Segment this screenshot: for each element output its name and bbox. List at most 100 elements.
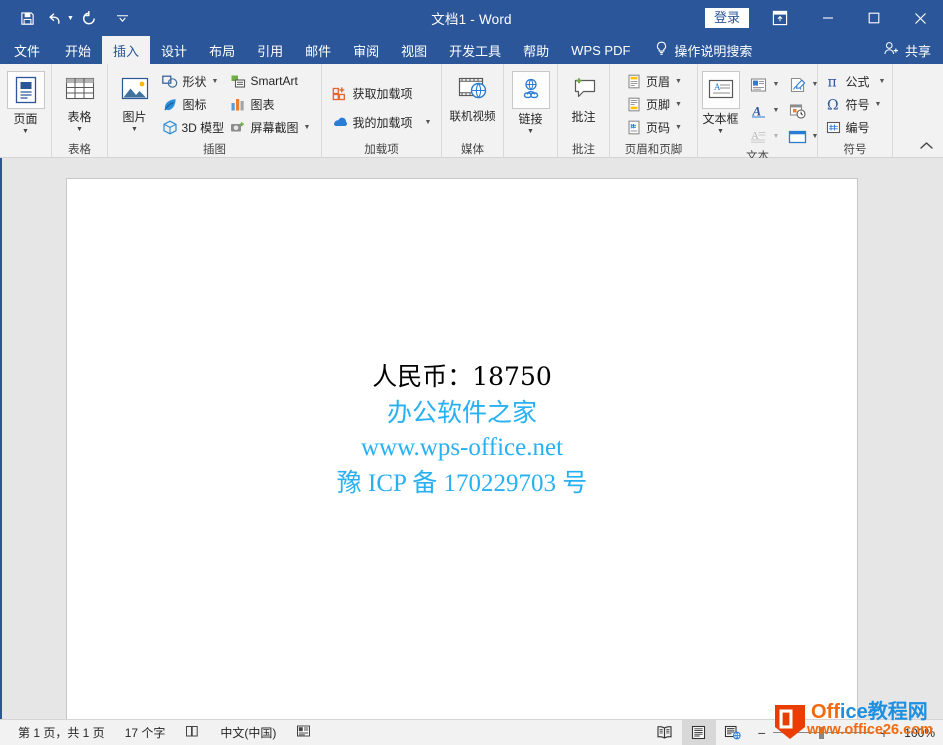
- document-line-1: 人民币：18750: [67, 359, 857, 395]
- maximize-icon[interactable]: [851, 0, 897, 36]
- tab-home[interactable]: 开始: [54, 36, 102, 64]
- quick-parts-icon[interactable]: [747, 73, 771, 97]
- screenshot-dropdown-icon[interactable]: ▼: [304, 124, 311, 131]
- minimize-icon[interactable]: [805, 0, 851, 36]
- chart-button[interactable]: 图表: [227, 93, 319, 115]
- symbol-dropdown-icon[interactable]: ▼: [875, 101, 882, 108]
- svg-text:Ω: Ω: [827, 97, 839, 112]
- proofing-errors-icon[interactable]: [175, 724, 210, 741]
- ribbon-group-comments: 批注 批注: [558, 64, 610, 158]
- pictures-button[interactable]: 图片 ▼: [111, 68, 159, 134]
- document-canvas[interactable]: 人民币：18750 办公软件之家 www.wps-office.net 豫 IC…: [0, 158, 943, 719]
- footer-dropdown-icon[interactable]: ▼: [675, 101, 682, 108]
- zoom-in-button[interactable]: +: [880, 726, 888, 740]
- object-icon[interactable]: [786, 125, 810, 149]
- tab-developer[interactable]: 开发工具: [438, 36, 512, 64]
- equation-label: 公式: [846, 73, 870, 90]
- symbol-button[interactable]: Ω 符号 ▼: [822, 93, 889, 115]
- screenshot-button[interactable]: 屏幕截图 ▼: [227, 116, 319, 138]
- document-line-2: 办公软件之家: [67, 395, 857, 431]
- equation-button[interactable]: π 公式 ▼: [822, 70, 889, 92]
- header-button[interactable]: 页眉 ▼: [622, 70, 685, 92]
- tab-mailings[interactable]: 邮件: [294, 36, 342, 64]
- page-number-button[interactable]: 页码 ▼: [622, 116, 685, 138]
- redo-icon[interactable]: [76, 5, 102, 31]
- ribbon-group-links-label: [504, 142, 557, 158]
- page-number-dropdown-icon[interactable]: ▼: [675, 124, 682, 131]
- get-addins-button[interactable]: 获取加载项: [329, 83, 435, 105]
- ribbon-tab-bar: 文件 开始 插入 设计 布局 引用 邮件 审阅 视图 开发工具 帮助 WPS P…: [0, 36, 943, 64]
- ribbon-display-options-icon[interactable]: [765, 3, 795, 33]
- tell-me-search[interactable]: 操作说明搜索: [641, 36, 762, 64]
- table-button[interactable]: 表格 ▼: [53, 68, 107, 134]
- pages-button[interactable]: 页面 ▼: [0, 68, 53, 136]
- shapes-button[interactable]: 形状 ▼: [159, 70, 227, 92]
- tab-file[interactable]: 文件: [0, 36, 54, 64]
- tab-insert[interactable]: 插入: [102, 36, 150, 64]
- link-label: 链接: [518, 110, 542, 127]
- tab-references[interactable]: 引用: [246, 36, 294, 64]
- print-layout-icon[interactable]: [682, 720, 716, 745]
- text-box-button[interactable]: A 文本框 ▼: [695, 68, 747, 136]
- my-addins-button[interactable]: 我的加载项 ▼: [329, 112, 435, 134]
- close-icon[interactable]: [897, 0, 943, 36]
- quick-parts-dropdown-icon[interactable]: ▼: [771, 81, 782, 88]
- text-box-dropdown-icon[interactable]: ▼: [717, 128, 724, 136]
- drop-cap-icon[interactable]: A: [747, 125, 771, 149]
- wordart-icon[interactable]: A: [747, 99, 771, 123]
- tab-design[interactable]: 设计: [150, 36, 198, 64]
- word-count[interactable]: 17 个字: [115, 724, 176, 741]
- pages-dropdown-icon[interactable]: ▼: [22, 128, 29, 136]
- ribbon: 页面 ▼ 表格 ▼ 表格: [0, 64, 943, 158]
- page-info[interactable]: 第 1 页，共 1 页: [8, 724, 115, 741]
- link-button[interactable]: 链接 ▼: [504, 68, 558, 136]
- document-page[interactable]: 人民币：18750 办公软件之家 www.wps-office.net 豫 IC…: [66, 178, 858, 719]
- tab-view[interactable]: 视图: [390, 36, 438, 64]
- web-layout-icon[interactable]: [716, 720, 750, 745]
- ribbon-group-pages-label: [0, 142, 51, 158]
- document-line-4: 豫 ICP 备 170229703 号: [67, 466, 857, 502]
- document-body[interactable]: 人民币：18750 办公软件之家 www.wps-office.net 豫 IC…: [67, 359, 857, 501]
- equation-dropdown-icon[interactable]: ▼: [879, 78, 886, 85]
- online-video-label: 联机视频: [450, 108, 496, 124]
- icons-button[interactable]: 图标: [159, 93, 227, 115]
- zoom-level[interactable]: 100%: [895, 726, 935, 740]
- accessibility-icon[interactable]: [286, 724, 321, 741]
- 3d-model-button[interactable]: 3D 模型: [159, 116, 227, 138]
- my-addins-dropdown-icon[interactable]: ▼: [425, 119, 432, 126]
- number-button[interactable]: 编号: [822, 116, 889, 138]
- save-icon[interactable]: [14, 5, 40, 31]
- header-dropdown-icon[interactable]: ▼: [675, 78, 682, 85]
- shapes-dropdown-icon[interactable]: ▼: [212, 78, 219, 85]
- text-icon-row-3: A ▼ ▼: [747, 124, 821, 149]
- tab-help[interactable]: 帮助: [512, 36, 560, 64]
- customize-quick-access-toolbar-chevron-down-icon[interactable]: [110, 5, 136, 31]
- date-time-icon[interactable]: [786, 99, 810, 123]
- table-dropdown-icon[interactable]: ▼: [76, 126, 83, 134]
- tab-layout[interactable]: 布局: [198, 36, 246, 64]
- zoom-slider-thumb[interactable]: [819, 727, 824, 739]
- share-label: 共享: [905, 41, 931, 60]
- wordart-dropdown-icon[interactable]: ▼: [771, 107, 782, 114]
- zoom-out-button[interactable]: −: [758, 726, 766, 740]
- undo-dropdown-icon[interactable]: ▼: [67, 15, 74, 22]
- pictures-dropdown-icon[interactable]: ▼: [131, 126, 138, 134]
- sign-in-button[interactable]: 登录: [705, 8, 749, 28]
- tab-wps-pdf[interactable]: WPS PDF: [560, 36, 641, 64]
- drop-cap-dropdown-icon[interactable]: ▼: [771, 133, 782, 140]
- smartart-button[interactable]: SmartArt: [227, 70, 319, 92]
- link-dropdown-icon[interactable]: ▼: [527, 128, 534, 136]
- signature-line-icon[interactable]: [786, 73, 810, 97]
- collapse-ribbon-chevron-up-icon[interactable]: [917, 137, 935, 153]
- online-video-button[interactable]: 联机视频: [444, 68, 502, 124]
- language[interactable]: 中文(中国): [210, 724, 286, 741]
- new-comment-button[interactable]: 批注: [557, 68, 611, 125]
- zoom-slider[interactable]: [773, 726, 873, 740]
- read-mode-icon[interactable]: [648, 720, 682, 745]
- undo-icon[interactable]: [42, 5, 68, 31]
- ribbon-group-header-footer: 页眉 ▼ 页脚 ▼ 页码 ▼: [610, 64, 698, 158]
- share-button[interactable]: 共享: [884, 36, 931, 64]
- smartart-label: SmartArt: [251, 74, 298, 88]
- footer-button[interactable]: 页脚 ▼: [622, 93, 685, 115]
- tab-review[interactable]: 审阅: [342, 36, 390, 64]
